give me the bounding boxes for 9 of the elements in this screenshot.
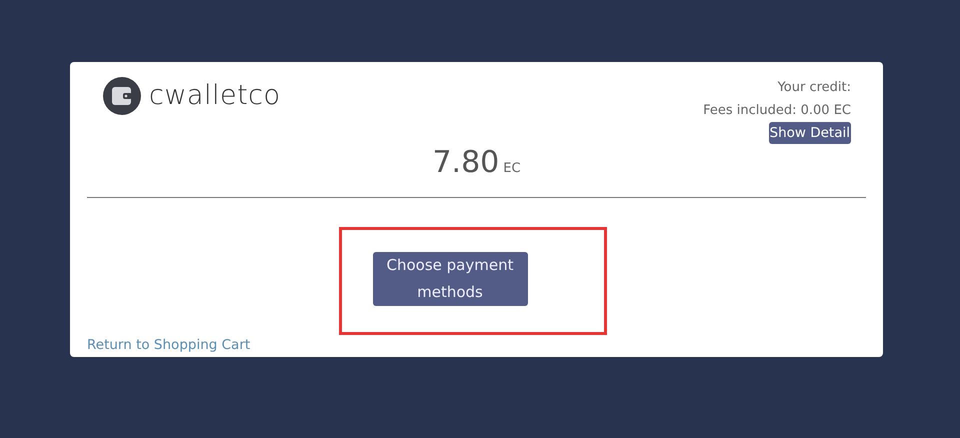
fees-text: Fees included: 0.00 EC — [703, 102, 851, 120]
wallet-icon — [103, 77, 141, 115]
show-detail-button[interactable]: Show Detail — [768, 122, 851, 144]
credit-label: Your credit: — [778, 79, 851, 97]
amount-value: 7.80 — [432, 144, 500, 182]
payment-methods-button[interactable]: Choose payment methods — [372, 252, 528, 306]
brand-name: cwalletco — [149, 78, 281, 113]
currency-label: EC — [503, 160, 521, 178]
return-link[interactable]: Return to Shopping Cart — [87, 334, 250, 355]
